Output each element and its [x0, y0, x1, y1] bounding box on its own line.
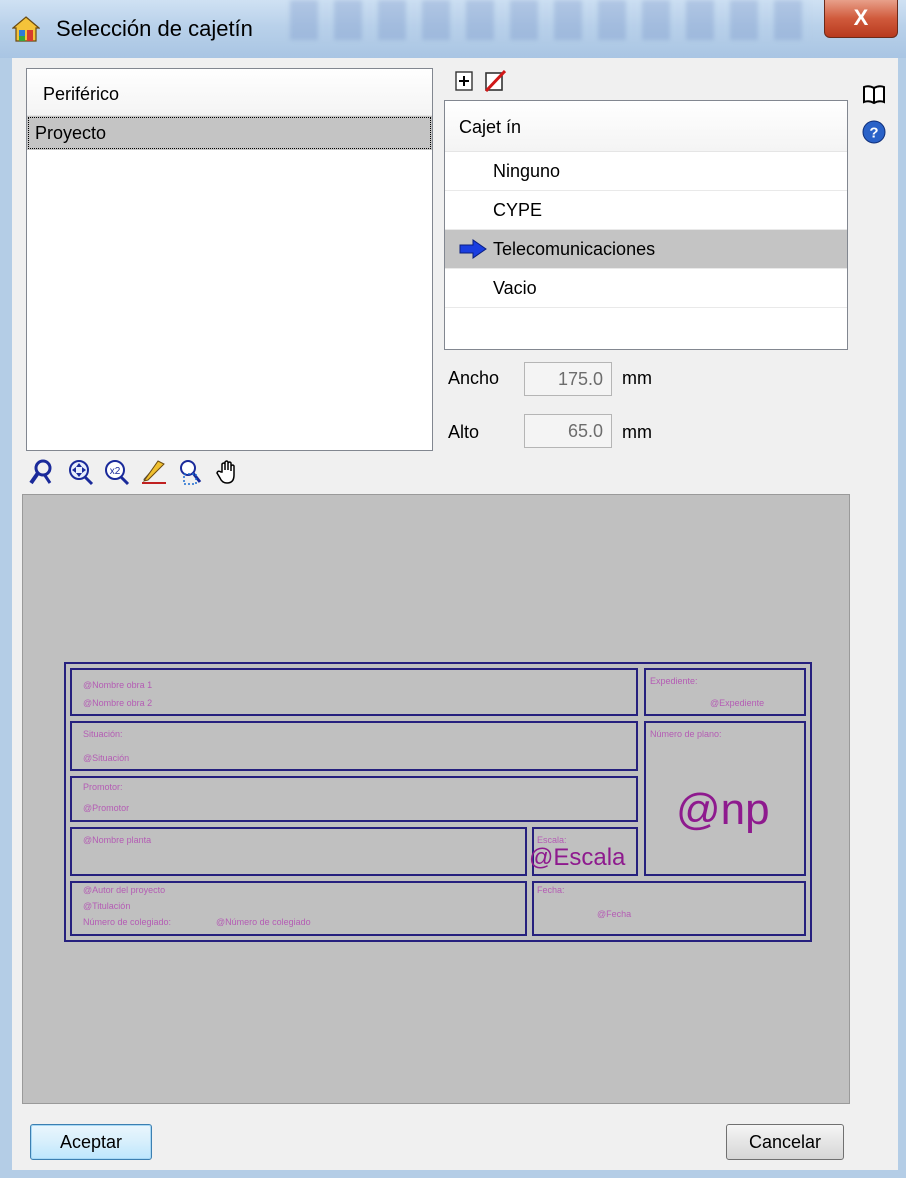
tb-np-value: @np: [676, 785, 770, 834]
close-button[interactable]: X: [824, 0, 898, 38]
tb-promotor-label: Promotor:: [83, 782, 123, 792]
tb-cell-situacion: [70, 721, 638, 771]
delete-icon[interactable]: [484, 70, 506, 92]
tb-fecha-value: @Fecha: [597, 909, 632, 919]
pan-hand-icon[interactable]: [214, 458, 242, 486]
dialog-window: Selección de cajetín X Periférico Proyec…: [0, 0, 906, 1178]
tb-cell-obra: [70, 668, 638, 716]
tb-obra-2: @Nombre obra 2: [83, 698, 153, 708]
tb-numero-colegiado-label: Número de colegiado:: [83, 917, 172, 927]
zoom-select-icon[interactable]: [176, 458, 204, 486]
tb-cell-fecha: [532, 881, 806, 936]
tb-fecha-label: Fecha:: [537, 885, 565, 895]
width-field[interactable]: 175.0: [524, 362, 612, 396]
tb-expediente-label: Expediente:: [650, 676, 698, 686]
measure-pen-icon[interactable]: [140, 458, 168, 486]
add-icon[interactable]: [454, 70, 476, 92]
width-label: Ancho: [448, 368, 500, 388]
tb-numero-colegiado-value: @Número de colegiado: [216, 917, 311, 927]
tb-promotor-value: @Promotor: [83, 803, 130, 813]
preview-canvas[interactable]: @Nombre obra 1 @Nombre obra 2 Expediente…: [22, 494, 850, 1104]
zoom-toolbar: x2: [22, 452, 850, 492]
peripheral-list[interactable]: Periférico Proyecto: [26, 68, 433, 451]
tb-nombre-planta: @Nombre planta: [83, 835, 152, 845]
title-bar[interactable]: Selección de cajetín X: [0, 0, 906, 58]
tb-cell-promotor: [70, 776, 638, 822]
app-house-icon: [12, 16, 40, 42]
help-icon[interactable]: ?: [862, 120, 886, 144]
tb-titulacion: @Titulación: [83, 901, 131, 911]
title-block-list-header[interactable]: Cajet ín: [445, 101, 847, 152]
zoom-all-icon[interactable]: [66, 458, 94, 486]
list-item-cype[interactable]: CYPE: [445, 191, 847, 230]
list-item-ninguno[interactable]: Ninguno: [445, 152, 847, 191]
peripheral-list-header[interactable]: Periférico: [27, 69, 432, 116]
list-item-vacio[interactable]: Vacio: [445, 269, 847, 308]
tb-autor: @Autor del proyecto: [83, 885, 166, 895]
list-item-label: CYPE: [493, 200, 543, 220]
height-field[interactable]: 65.0: [524, 414, 612, 448]
window-title: Selección de cajetín: [56, 16, 253, 41]
cancel-button[interactable]: Cancelar: [726, 1124, 844, 1160]
list-item-label: Ninguno: [493, 161, 561, 181]
title-block-list[interactable]: Cajet ín Ninguno CYPE Telecomunicaciones…: [444, 100, 848, 350]
list-item-telecomunicaciones[interactable]: Telecomunicaciones: [445, 230, 847, 269]
svg-text:x2: x2: [110, 466, 121, 477]
zoom-window-icon[interactable]: [28, 458, 56, 486]
tb-situacion-value: @Situación: [83, 753, 130, 763]
arrow-right-icon: [459, 239, 487, 259]
height-unit: mm: [622, 422, 652, 442]
tb-obra-1: @Nombre obra 1: [83, 680, 153, 690]
list-item-label: Telecomunicaciones: [493, 239, 656, 259]
tb-numero-plano-label: Número de plano:: [650, 729, 722, 739]
list-item-proyecto[interactable]: Proyecto: [27, 116, 432, 150]
zoom-x2-icon[interactable]: x2: [102, 458, 130, 486]
height-label: Alto: [448, 422, 480, 442]
manual-book-icon[interactable]: [862, 82, 886, 106]
tb-escala-value: @Escala: [529, 844, 626, 871]
width-unit: mm: [622, 368, 652, 388]
tb-expediente-value: @Expediente: [710, 698, 765, 708]
svg-text:?: ?: [869, 125, 878, 142]
tb-situacion-label: Situación:: [83, 729, 123, 739]
list-item-label: Vacio: [493, 278, 537, 298]
accept-button[interactable]: Aceptar: [30, 1124, 152, 1160]
